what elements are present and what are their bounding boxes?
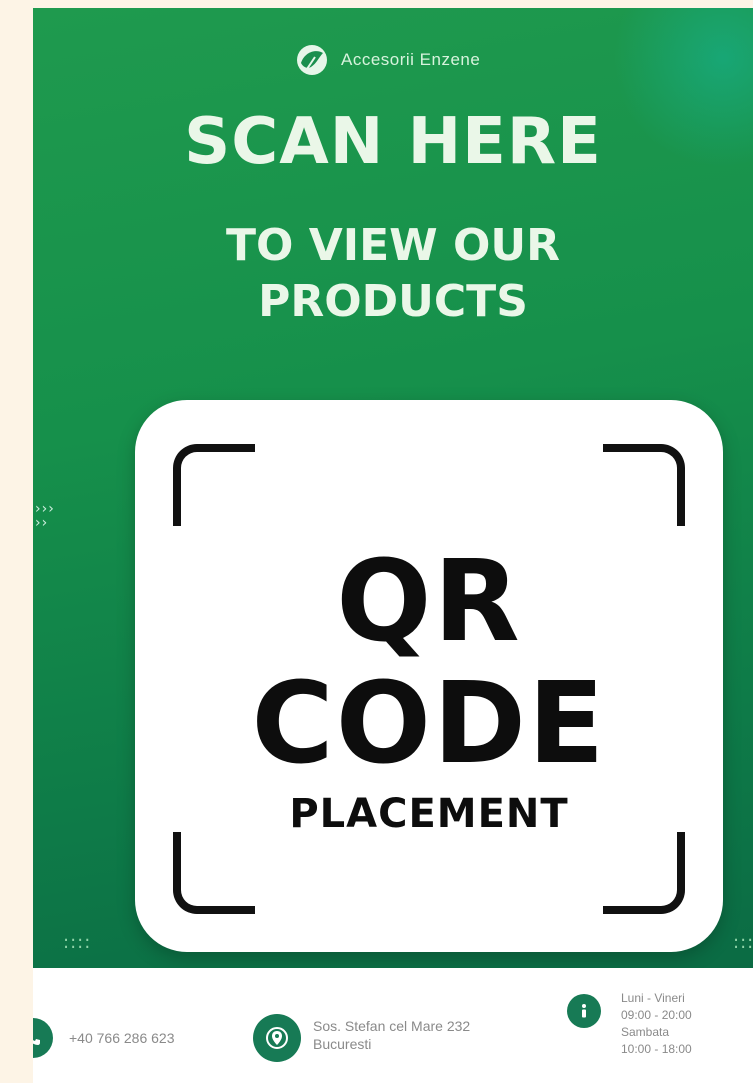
globe-leaf-icon bbox=[297, 45, 327, 75]
hero-section: Accesorii Enzene SCAN HERE TO VIEW OUR P… bbox=[33, 8, 753, 968]
location-icon bbox=[253, 1014, 301, 1062]
headline: SCAN HERE bbox=[184, 105, 602, 179]
qr-label: QR bbox=[336, 537, 522, 667]
address-line-1: Sos. Stefan cel Mare 232 bbox=[313, 1018, 471, 1034]
hours-line-2: 09:00 - 20:00 bbox=[621, 1008, 692, 1022]
arrow-chevrons-row-2: ›› bbox=[35, 515, 49, 531]
subheadline-line-2: PRODUCTS bbox=[258, 276, 528, 327]
hours-line-3: Sambata bbox=[621, 1025, 670, 1039]
subheadline: TO VIEW OUR PRODUCTS bbox=[33, 218, 753, 330]
phone-icon bbox=[33, 1018, 53, 1058]
hours-line-1: Luni - Vineri bbox=[621, 991, 685, 1005]
phone-number: +40 766 286 623 bbox=[69, 1030, 175, 1046]
code-label: CODE bbox=[251, 659, 607, 789]
poster: Accesorii Enzene SCAN HERE TO VIEW OUR P… bbox=[33, 8, 753, 1083]
arrow-chevrons-row-1: ››› bbox=[35, 501, 55, 517]
info-icon bbox=[567, 994, 601, 1028]
scan-corner-top-left bbox=[173, 444, 255, 526]
contact-footer: +40 766 286 623 Sos. Stefan cel Mare 232… bbox=[33, 968, 753, 1083]
address-line-2: Bucuresti bbox=[313, 1036, 372, 1052]
scan-corner-bottom-right bbox=[603, 832, 685, 914]
hours-line-4: 10:00 - 18:00 bbox=[621, 1042, 692, 1056]
subheadline-line-1: TO VIEW OUR bbox=[225, 220, 561, 271]
decorative-dots-right: :::: bbox=[733, 932, 753, 953]
decorative-dots-left: :::: bbox=[63, 932, 92, 953]
scan-corner-bottom-left bbox=[173, 832, 255, 914]
opening-hours: Luni - Vineri 09:00 - 20:00 Sambata 10:0… bbox=[621, 990, 692, 1058]
scan-corner-top-right bbox=[603, 444, 685, 526]
address: Sos. Stefan cel Mare 232 Bucuresti bbox=[313, 1017, 470, 1053]
brand-name: Accesorii Enzene bbox=[341, 50, 481, 69]
brand: Accesorii Enzene bbox=[295, 40, 480, 80]
qr-code-placeholder-card: QR CODE PLACEMENT bbox=[135, 400, 723, 952]
placement-label: PLACEMENT bbox=[289, 791, 569, 837]
decorative-arrows: ››› ›› bbox=[35, 502, 55, 530]
